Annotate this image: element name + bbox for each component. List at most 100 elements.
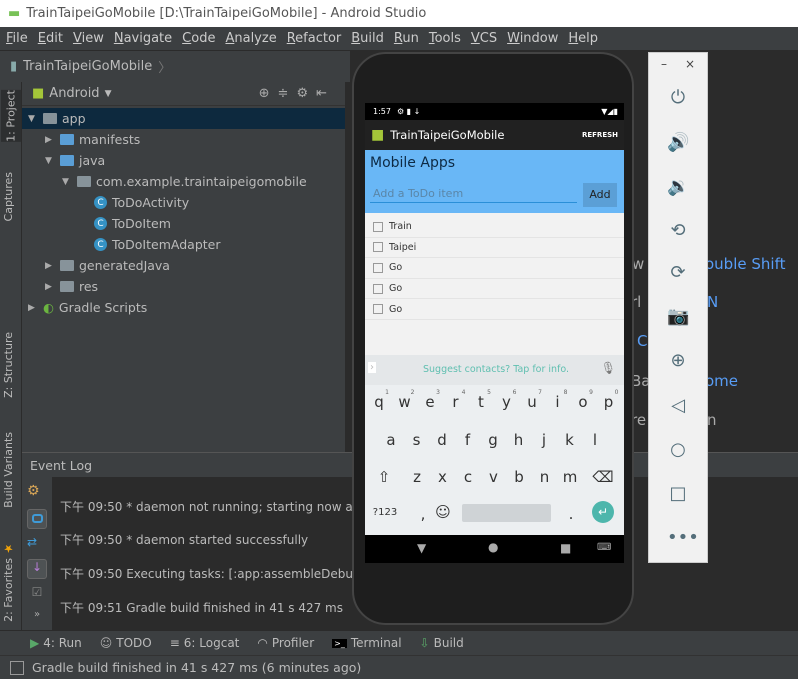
- back-icon[interactable]: ▼: [417, 541, 426, 555]
- key[interactable]: l: [583, 431, 607, 449]
- keyboard-switch-icon[interactable]: ⌨: [597, 542, 611, 553]
- tab-profiler[interactable]: ◠ Profiler: [257, 636, 314, 650]
- power-icon[interactable]: ⏻: [667, 87, 689, 109]
- todo-checkbox[interactable]: [373, 262, 383, 273]
- mark-read-icon[interactable]: ☑: [27, 585, 47, 605]
- backspace-key[interactable]: ⌫: [591, 468, 615, 486]
- tree-item[interactable]: ▶ res: [45, 276, 98, 297]
- period-key[interactable]: .: [559, 505, 583, 523]
- key[interactable]: f: [456, 431, 480, 449]
- menu-analyze[interactable]: Analyze: [225, 31, 276, 46]
- settings-icon[interactable]: ⚙: [27, 483, 47, 503]
- key[interactable]: h: [507, 431, 531, 449]
- menu-refactor[interactable]: Refactor: [287, 31, 342, 46]
- todo-checkbox[interactable]: [373, 283, 383, 294]
- key[interactable]: s: [405, 431, 429, 449]
- key[interactable]: g: [481, 431, 505, 449]
- toggle-tool-windows-icon[interactable]: [10, 660, 24, 675]
- more-icon[interactable]: »: [27, 609, 47, 629]
- key[interactable]: v: [482, 468, 506, 486]
- tab-captures[interactable]: Captures: [2, 172, 15, 221]
- menu-navigate[interactable]: Navigate: [114, 31, 172, 46]
- key[interactable]: x: [431, 468, 455, 486]
- tab-todo[interactable]: ☺ TODO: [100, 636, 152, 650]
- tab-favorites[interactable]: 2: Favorites ★: [2, 542, 15, 622]
- expand-arrow-icon[interactable]: ▼: [28, 114, 38, 124]
- more-icon[interactable]: •••: [667, 527, 699, 549]
- expand-arrow-icon[interactable]: ▶: [45, 261, 55, 271]
- expand-arrow-icon[interactable]: ▼: [62, 177, 72, 187]
- tab-build[interactable]: ⇩ Build: [420, 636, 464, 650]
- tab-run[interactable]: ▶ 4: Run: [30, 636, 82, 650]
- tab-terminal[interactable]: >_ Terminal: [332, 636, 402, 650]
- key[interactable]: c: [456, 468, 480, 486]
- menu-file[interactable]: File: [6, 31, 28, 46]
- emoji-key[interactable]: ☺: [431, 503, 455, 521]
- add-button[interactable]: Add: [583, 183, 617, 207]
- tree-item[interactable]: C ToDoItemAdapter: [79, 234, 220, 255]
- close-icon[interactable]: ×: [685, 57, 695, 71]
- tab-logcat[interactable]: ≡ 6: Logcat: [170, 636, 240, 650]
- key[interactable]: n: [533, 468, 557, 486]
- suggest-contacts[interactable]: Suggest contacts? Tap for info.: [423, 364, 569, 375]
- expand-arrow-icon[interactable]: ▶: [28, 303, 38, 313]
- refresh-button[interactable]: REFRESH: [582, 131, 618, 139]
- key[interactable]: a: [379, 431, 403, 449]
- key[interactable]: d: [430, 431, 454, 449]
- filter-icon[interactable]: ⇄: [27, 535, 47, 555]
- menu-run[interactable]: Run: [394, 31, 419, 46]
- view-selector[interactable]: Android: [49, 86, 99, 101]
- home-icon[interactable]: ○: [667, 439, 689, 461]
- menu-window[interactable]: Window: [507, 31, 558, 46]
- tab-build-variants[interactable]: Build Variants: [2, 432, 15, 508]
- key[interactable]: b: [507, 468, 531, 486]
- volume-up-icon[interactable]: 🔊: [667, 132, 689, 154]
- menu-code[interactable]: Code: [182, 31, 215, 46]
- balloon-icon[interactable]: [27, 509, 47, 529]
- tree-item[interactable]: C ToDoItem: [79, 213, 171, 234]
- shift-key[interactable]: ⇧: [372, 468, 396, 486]
- tab-project[interactable]: 1: Project: [1, 90, 21, 142]
- mic-icon[interactable]: 🎙: [601, 361, 616, 375]
- todo-checkbox[interactable]: [373, 304, 383, 315]
- menu-edit[interactable]: Edit: [38, 31, 63, 46]
- todo-checkbox[interactable]: [373, 242, 383, 253]
- minimize-icon[interactable]: –: [661, 57, 667, 71]
- key[interactable]: m: [558, 468, 582, 486]
- space-key[interactable]: [462, 504, 551, 522]
- todo-checkbox[interactable]: [373, 221, 383, 232]
- enter-key[interactable]: ↵: [592, 501, 614, 523]
- tree-item[interactable]: ▶ generatedJava: [45, 255, 170, 276]
- rotate-left-icon[interactable]: ⟲: [667, 220, 689, 242]
- todo-input[interactable]: Add a ToDo item: [370, 183, 577, 203]
- tree-item[interactable]: ▶ manifests: [45, 129, 140, 150]
- screenshot-icon[interactable]: 📷: [667, 306, 689, 328]
- expand-icon[interactable]: ›: [368, 362, 376, 373]
- key[interactable]: k: [558, 431, 582, 449]
- rotate-right-icon[interactable]: ⟳: [667, 262, 689, 284]
- expand-arrow-icon[interactable]: ▶: [45, 135, 55, 145]
- panel-actions-icons[interactable]: ⊕≑⚙⇤: [259, 86, 335, 101]
- symbols-key[interactable]: ?123: [371, 507, 399, 518]
- tree-item[interactable]: ▼ com.example.traintaipeigomobile: [62, 171, 307, 192]
- menu-tools[interactable]: Tools: [429, 31, 461, 46]
- volume-down-icon[interactable]: 🔉: [667, 176, 689, 198]
- menu-vcs[interactable]: VCS: [471, 31, 497, 46]
- overview-icon[interactable]: □: [667, 483, 689, 505]
- key[interactable]: z: [405, 468, 429, 486]
- zoom-icon[interactable]: ⊕: [667, 350, 689, 372]
- recents-icon[interactable]: ■: [560, 541, 571, 555]
- expand-arrow-icon[interactable]: ▼: [45, 156, 55, 166]
- expand-arrow-icon[interactable]: ▶: [45, 282, 55, 292]
- tree-item[interactable]: ▼ java: [45, 150, 105, 171]
- key[interactable]: j: [532, 431, 556, 449]
- scroll-to-end-icon[interactable]: ↓: [27, 559, 47, 579]
- tab-structure[interactable]: Z: Structure: [2, 332, 15, 398]
- back-icon[interactable]: ◁: [667, 395, 689, 417]
- tree-item[interactable]: ▶ ◐ Gradle Scripts: [28, 297, 147, 318]
- tree-item[interactable]: ▼ app: [22, 108, 345, 129]
- breadcrumb-project[interactable]: TrainTaipeiGoMobile: [23, 59, 152, 74]
- tree-item[interactable]: C ToDoActivity: [79, 192, 189, 213]
- menu-build[interactable]: Build: [351, 31, 384, 46]
- menu-help[interactable]: Help: [568, 31, 598, 46]
